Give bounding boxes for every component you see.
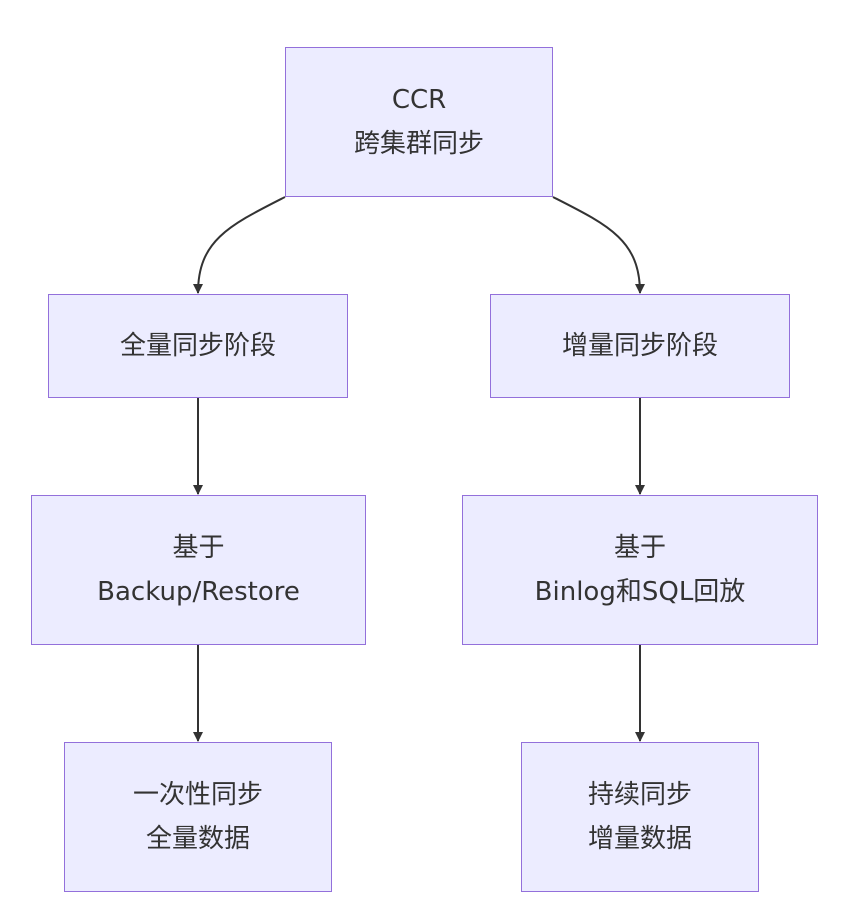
node-binlog-sql-replay: 基于 Binlog和SQL回放 bbox=[462, 495, 818, 645]
node-incremental-sync-phase: 增量同步阶段 bbox=[490, 294, 790, 398]
node-binlog-sql-replay-line1: 基于 bbox=[613, 533, 666, 563]
node-continuous-incremental-sync: 持续同步 增量数据 bbox=[521, 742, 759, 892]
node-continuous-incremental-sync-line2: 增量数据 bbox=[587, 824, 692, 854]
node-continuous-incremental-sync-line1: 持续同步 bbox=[587, 780, 692, 810]
node-backup-restore-line2: Backup/Restore bbox=[97, 577, 300, 607]
node-ccr: CCR 跨集群同步 bbox=[285, 47, 553, 197]
node-ccr-line2: 跨集群同步 bbox=[353, 129, 484, 159]
node-backup-restore-line1: 基于 bbox=[172, 533, 225, 563]
node-incremental-sync-phase-label: 增量同步阶段 bbox=[561, 331, 718, 361]
edge-ccr-to-incr-phase bbox=[552, 196, 645, 294]
node-one-time-full-sync: 一次性同步 全量数据 bbox=[64, 742, 332, 892]
node-full-sync-phase-label: 全量同步阶段 bbox=[119, 331, 276, 361]
node-full-sync-phase: 全量同步阶段 bbox=[48, 294, 348, 398]
node-binlog-sql-replay-line2: Binlog和SQL回放 bbox=[534, 577, 746, 607]
node-backup-restore: 基于 Backup/Restore bbox=[31, 495, 366, 645]
edge-ccr-to-full-phase bbox=[193, 196, 286, 294]
node-one-time-full-sync-line2: 全量数据 bbox=[145, 824, 250, 854]
node-one-time-full-sync-line1: 一次性同步 bbox=[132, 780, 263, 810]
node-ccr-line1: CCR bbox=[391, 85, 447, 115]
flowchart: CCR 跨集群同步 全量同步阶段 增量同步阶段 基于 Backup/Restor… bbox=[0, 0, 865, 924]
